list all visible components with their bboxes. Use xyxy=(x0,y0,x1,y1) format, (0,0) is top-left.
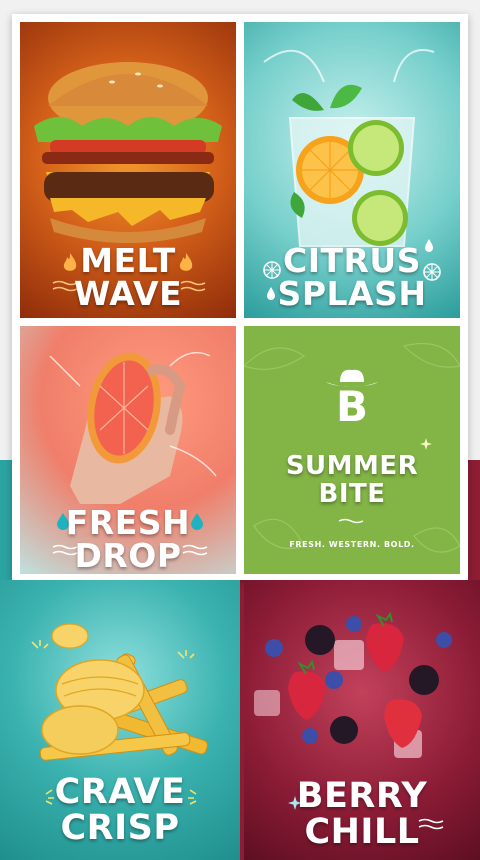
burst-lines-icon xyxy=(177,650,195,659)
poster-fresh-drop: FRESH DROP xyxy=(20,326,236,574)
brand-logo-letter: B xyxy=(335,382,368,431)
title-line-1: SUMMER xyxy=(285,451,419,481)
title-line-1: FRESH xyxy=(65,503,191,542)
poster-title: BERRY CHILL xyxy=(244,778,480,850)
poster-title: MELT WAVE xyxy=(20,244,236,310)
citrus-drink-illustration xyxy=(263,49,435,247)
berries-ice-illustration xyxy=(254,611,452,758)
title-line-1: CITRUS xyxy=(283,241,421,280)
poster-title: CITRUS SPLASH xyxy=(244,244,460,310)
burger-illustration xyxy=(34,62,222,243)
poster-summer-bite: B SUMMER BITE FRESH. WESTERN. BOLD. xyxy=(244,326,460,574)
poster-berry-chill: BERRY CHILL xyxy=(244,580,480,860)
title-line-2: BITE xyxy=(318,479,386,509)
title-line-2: CRISP xyxy=(60,808,180,848)
poster-crave-crisp: CRAVE CRISP xyxy=(0,580,240,860)
title-line-2: SPLASH xyxy=(277,274,427,313)
poster-melt-wave: MELT WAVE xyxy=(20,22,236,318)
wave-icon xyxy=(338,518,364,524)
title-line-2: DROP xyxy=(74,536,182,574)
burst-lines-icon xyxy=(31,640,49,649)
poster-title: SUMMER BITE xyxy=(244,452,460,508)
leaf-pattern xyxy=(244,342,460,553)
tagline: FRESH. WESTERN. BOLD. xyxy=(289,540,415,549)
poster-citrus-splash: CITRUS SPLASH xyxy=(244,22,460,318)
title-line-1: MELT xyxy=(80,241,176,280)
poster-title: CRAVE CRISP xyxy=(0,774,240,846)
title-line-2: WAVE xyxy=(73,274,183,313)
title-line-1: BERRY xyxy=(296,776,428,816)
title-line-2: CHILL xyxy=(304,812,420,852)
fries-chips-illustration xyxy=(39,623,208,761)
sparkle-icon xyxy=(420,438,432,450)
grapefruit-hand-illustration xyxy=(49,351,217,504)
title-line-1: CRAVE xyxy=(54,772,186,812)
poster-title: FRESH DROP xyxy=(20,506,236,572)
